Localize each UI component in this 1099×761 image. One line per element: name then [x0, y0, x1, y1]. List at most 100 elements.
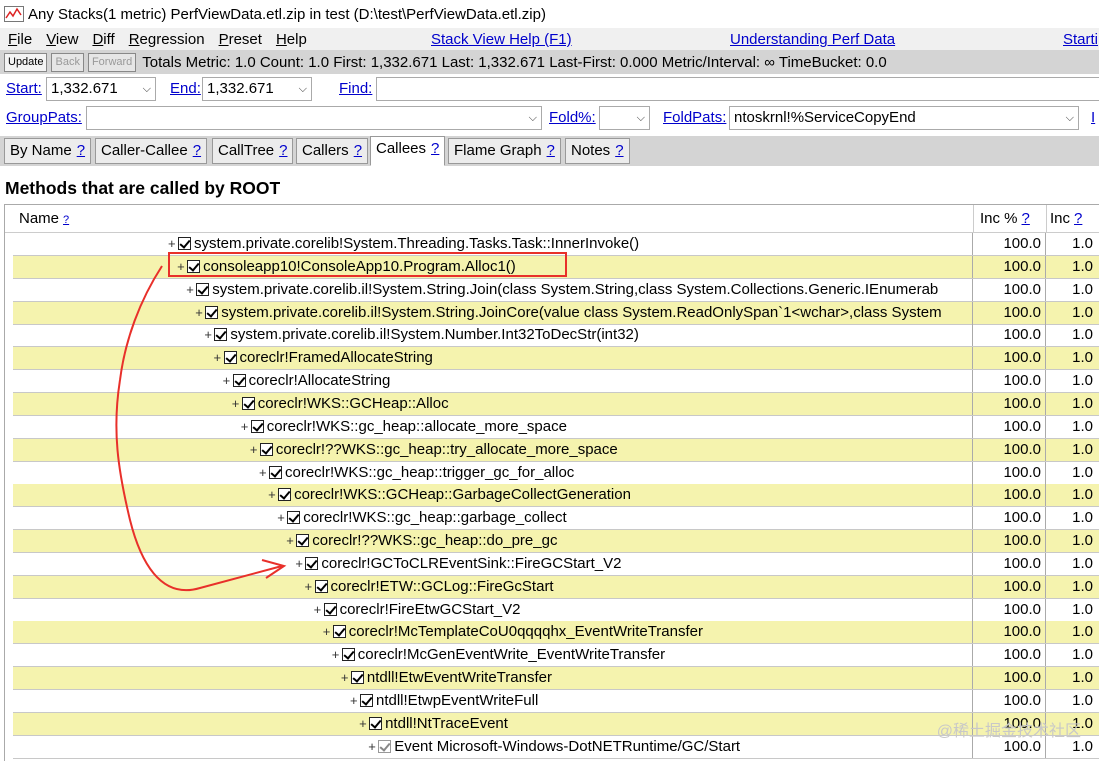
checkbox-icon[interactable]	[205, 305, 219, 319]
table-row[interactable]: + coreclr!FireEtwGCStart_V2 100.0 1.0	[13, 598, 1099, 622]
row-name-cell[interactable]: + coreclr!AllocateString	[13, 370, 973, 393]
table-row[interactable]: + coreclr!WKS::GCHeap::Alloc 100.0 1.0	[13, 392, 1099, 416]
checkbox-icon[interactable]	[360, 694, 373, 707]
chevron-down-icon[interactable]: ⌵	[529, 107, 537, 129]
chevron-down-icon[interactable]: ⌵	[143, 78, 151, 100]
expand-icon[interactable]: +	[286, 530, 296, 552]
find-label-link[interactable]: Find:	[339, 80, 372, 97]
column-inc-help-link[interactable]: ?	[1074, 210, 1082, 227]
start-combo[interactable]: 1,332.671 ⌵	[46, 77, 156, 101]
checkbox-icon[interactable]	[214, 328, 228, 342]
table-row[interactable]: + ntdll!EtwEventWriteTransfer 100.0 1.0	[13, 667, 1099, 691]
tab-calltree[interactable]: CallTree?	[212, 138, 294, 164]
callees-grid[interactable]: Name? Inc %? Inc? + system.private.coreli…	[4, 204, 1099, 761]
row-name-cell[interactable]: + Event Microsoft-Windows-DotNETRuntime/G…	[13, 735, 973, 758]
table-row[interactable]: + coreclr!GCToCLREventSink::FireGCStart_V…	[13, 552, 1099, 576]
tab-callers-help-link[interactable]: ?	[354, 142, 362, 159]
expand-icon[interactable]: +	[277, 507, 287, 529]
checkbox-icon[interactable]	[196, 282, 210, 296]
table-row[interactable]: + system.private.corelib.il!System.String…	[13, 278, 1099, 302]
row-name-cell[interactable]: + coreclr!WKS::gc_heap::trigger_gc_for_al…	[13, 461, 973, 484]
table-row[interactable]: + coreclr!McTemplateCoU0qqqqhx_EventWrite…	[13, 621, 1099, 645]
end-combo[interactable]: 1,332.671 ⌵	[202, 77, 312, 101]
tab-notes-help-link[interactable]: ?	[615, 142, 623, 159]
expand-icon[interactable]: +	[350, 690, 360, 712]
table-row[interactable]: + ntdll!EtwpEventWriteFull 100.0 1.0	[13, 690, 1099, 713]
expand-icon[interactable]: +	[241, 416, 251, 438]
tab-by-name-help-link[interactable]: ?	[77, 142, 85, 159]
row-name-cell[interactable]: + system.private.corelib.il!System.String…	[13, 301, 973, 324]
menu-view[interactable]: View	[46, 31, 78, 48]
tab-flame-graph-help-link[interactable]: ?	[547, 142, 555, 159]
table-row[interactable]: + coreclr!??WKS::gc_heap::do_pre_gc 100.0 1…	[13, 530, 1099, 554]
checkbox-icon[interactable]	[305, 556, 319, 570]
row-name-cell[interactable]: + coreclr!McTemplateCoU0qqqqhx_EventWrite…	[13, 621, 973, 644]
checkbox-icon[interactable]	[178, 237, 191, 250]
checkbox-icon[interactable]	[341, 648, 355, 662]
column-divider[interactable]	[1046, 205, 1047, 232]
checkbox-icon[interactable]	[369, 716, 383, 730]
table-row[interactable]: + coreclr!??WKS::gc_heap::try_allocate_mo…	[13, 438, 1099, 462]
tab-callees[interactable]: Callees?	[370, 136, 446, 166]
table-row[interactable]: + coreclr!McGenEventWrite_EventWriteTrans…	[13, 644, 1099, 668]
row-name-cell[interactable]: + coreclr!WKS::gc_heap::garbage_collect	[13, 507, 973, 530]
stack-view-help-link[interactable]: Stack View Help (F1)	[431, 31, 572, 48]
table-row[interactable]: + coreclr!WKS::gc_heap::garbage_collect 10…	[13, 507, 1099, 531]
expand-icon[interactable]: +	[204, 324, 214, 346]
foldpats-label-link[interactable]: FoldPats:	[663, 109, 726, 126]
checkbox-icon[interactable]	[314, 579, 328, 593]
expand-icon[interactable]: +	[368, 736, 378, 758]
expand-icon[interactable]: +	[305, 576, 315, 598]
row-name-cell[interactable]: + coreclr!WKS::gc_heap::allocate_more_spa…	[13, 415, 973, 438]
table-row[interactable]: + coreclr!FramedAllocateString 100.0 1.0	[13, 347, 1099, 371]
expand-icon[interactable]: +	[341, 667, 351, 689]
chevron-down-icon[interactable]: ⌵	[637, 107, 645, 129]
tab-caller-callee[interactable]: Caller-Callee?	[95, 138, 208, 164]
expand-icon[interactable]: +	[323, 621, 333, 643]
menu-regression[interactable]: Regression	[129, 31, 205, 48]
table-row[interactable]: + system.private.corelib.il!System.String…	[13, 301, 1099, 325]
column-header-inc-percent[interactable]: Inc %?	[980, 205, 1030, 232]
checkbox-icon[interactable]	[250, 419, 264, 433]
tab-flame-graph[interactable]: Flame Graph?	[448, 138, 561, 164]
checkbox-icon[interactable]	[269, 465, 282, 479]
tab-callers[interactable]: Callers?	[296, 138, 369, 164]
fold-percent-label-link[interactable]: Fold%:	[549, 109, 596, 126]
tab-by-name[interactable]: By Name?	[4, 138, 92, 164]
understanding-perf-data-link[interactable]: Understanding Perf Data	[730, 31, 895, 48]
menu-help[interactable]: Help	[276, 31, 307, 48]
menu-diff[interactable]: Diff	[92, 31, 114, 48]
tab-notes[interactable]: Notes?	[565, 138, 630, 164]
row-name-cell[interactable]: + system.private.corelib.il!System.String…	[13, 278, 973, 301]
grouppats-combo[interactable]: ⌵	[86, 106, 542, 130]
include-pats-label-link[interactable]: I	[1091, 109, 1095, 126]
checkbox-icon[interactable]	[223, 351, 237, 365]
checkbox-icon[interactable]	[287, 511, 301, 525]
column-header-name[interactable]: Name?	[19, 205, 69, 232]
checkbox-icon[interactable]	[259, 442, 273, 456]
checkbox-icon[interactable]	[241, 396, 255, 410]
table-row[interactable]: + coreclr!AllocateString 100.0 1.0	[13, 370, 1099, 394]
checkbox-icon[interactable]	[296, 534, 310, 548]
end-label-link[interactable]: End:	[170, 80, 201, 97]
checkbox-icon[interactable]	[323, 602, 337, 616]
checkbox-icon[interactable]	[378, 739, 392, 753]
checkbox-icon[interactable]	[278, 488, 292, 502]
row-name-cell[interactable]: + coreclr!McGenEventWrite_EventWriteTrans…	[13, 644, 973, 667]
row-name-cell[interactable]: + coreclr!ETW::GCLog::FireGcStart	[13, 575, 973, 598]
expand-icon[interactable]: +	[314, 599, 324, 621]
table-row[interactable]: + coreclr!WKS::gc_heap::allocate_more_spa…	[13, 415, 1099, 439]
starting-link[interactable]: Starti	[1063, 31, 1098, 48]
find-input[interactable]	[376, 77, 1099, 101]
row-name-cell[interactable]: + ntdll!EtwpEventWriteFull	[13, 690, 973, 712]
row-name-cell[interactable]: + system.private.corelib.il!System.Number…	[13, 324, 973, 347]
expand-icon[interactable]: +	[332, 644, 342, 666]
expand-icon[interactable]: +	[232, 393, 242, 415]
row-name-cell[interactable]: + coreclr!FireEtwGCStart_V2	[13, 598, 973, 621]
table-row[interactable]: + coreclr!ETW::GCLog::FireGcStart 100.0 1.0	[13, 575, 1099, 599]
row-name-cell[interactable]: + coreclr!FramedAllocateString	[13, 347, 973, 370]
table-row[interactable]: + coreclr!WKS::gc_heap::trigger_gc_for_al…	[13, 461, 1099, 485]
row-name-cell[interactable]: + coreclr!GCToCLREventSink::FireGCStart_V…	[13, 552, 973, 575]
column-divider[interactable]	[973, 205, 974, 232]
expand-icon[interactable]: +	[295, 553, 305, 575]
